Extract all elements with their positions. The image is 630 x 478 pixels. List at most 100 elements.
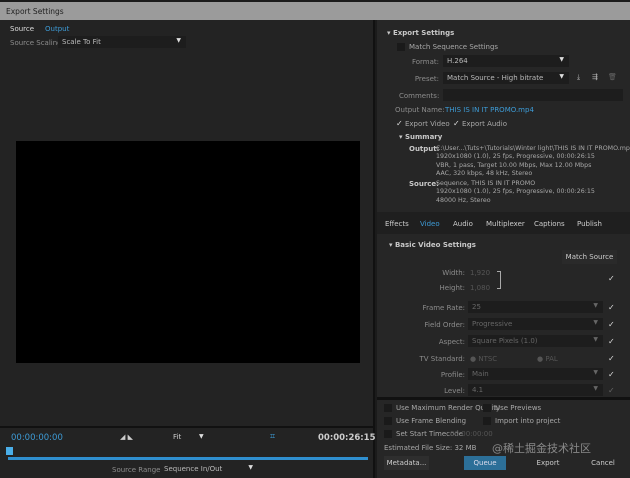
chevron-down-icon: ▼	[593, 336, 598, 343]
summary-line: 1920x1080 (1.0), 25 fps, Progressive, 00…	[436, 153, 630, 161]
pal-label: PAL	[545, 355, 557, 363]
export-video-checkbox[interactable]: ✓ Export Video	[396, 119, 450, 128]
width-label: Width:	[417, 269, 465, 277]
source-summary: Sequence, THIS IS IN IT PROMO1920x1080 (…	[436, 180, 595, 205]
field-order-label: Field Order:	[407, 321, 465, 329]
tab-publish[interactable]: Publish	[577, 220, 602, 228]
timeline-scrubber[interactable]	[8, 457, 368, 460]
match-sequence-checkbox[interactable]: Match Sequence Settings	[397, 43, 498, 51]
tab-captions[interactable]: Captions	[534, 220, 565, 228]
format-dropdown[interactable]: H.264▼	[443, 55, 569, 67]
frame-rate-dropdown[interactable]: 25 ▼	[468, 301, 603, 313]
preset-value: Match Source - High bitrate	[447, 74, 543, 82]
summary-line: VBR, 1 pass, Target 10.00 Mbps, Max 12.0…	[436, 162, 630, 170]
width-value[interactable]: 1,920	[470, 269, 490, 277]
tab-output[interactable]: Output	[45, 25, 69, 33]
video-preview	[16, 141, 360, 363]
chevron-down-icon: ▼	[593, 369, 598, 376]
source-range-value: Sequence In/Out	[164, 465, 222, 473]
output-name-link[interactable]: THIS IS IN IT PROMO.mp4	[445, 106, 534, 114]
output-summary-label: Output:	[409, 145, 439, 153]
field-order-dropdown[interactable]: Progressive ▼	[468, 318, 603, 330]
divider	[377, 397, 630, 400]
export-video-label: Export Video	[405, 120, 450, 128]
source-scaling-label: Source Scaling:	[10, 39, 64, 47]
source-range-label: Source Range:	[112, 466, 163, 474]
field-order-value: Progressive	[472, 320, 512, 328]
summary-line: AAC, 320 kbps, 48 kHz, Stereo	[436, 170, 630, 178]
crop-icon[interactable]: ⌗	[270, 432, 275, 442]
tab-multiplexer[interactable]: Multiplexer	[486, 220, 525, 228]
tv-standard-checkbox[interactable]: ✓	[608, 354, 615, 363]
summary-line: 48000 Hz, Stereo	[436, 197, 595, 205]
zoom-dropdown[interactable]: Fit	[173, 433, 181, 441]
profile-checkbox[interactable]: ✓	[608, 370, 615, 379]
level-checkbox[interactable]: ✓	[608, 386, 615, 395]
set-in-out-icon[interactable]: ◢ ◣	[120, 433, 133, 441]
level-dropdown[interactable]: 4.1▼	[468, 384, 603, 396]
aspect-value: Square Pixels (1.0)	[472, 337, 538, 345]
ntsc-radio[interactable]: ● NTSC	[470, 355, 497, 363]
comments-input[interactable]	[443, 89, 623, 101]
aspect-dropdown[interactable]: Square Pixels (1.0) ▼	[468, 335, 603, 347]
source-panel: Source Output Source Scaling: Scale To F…	[0, 20, 375, 478]
source-range-dropdown[interactable]: Sequence In/Out ▼	[160, 463, 258, 475]
title-bar: Export Settings	[0, 2, 630, 20]
preset-dropdown[interactable]: Match Source - High bitrate▼	[443, 72, 569, 84]
timecode-duration: 00:00:26:15	[318, 433, 376, 443]
use-previews-checkbox[interactable]: Use Previews	[483, 404, 541, 412]
summary-line: Sequence, THIS IS IN IT PROMO	[436, 180, 595, 188]
tab-effects[interactable]: Effects	[385, 220, 409, 228]
start-timecode-value[interactable]: 00:00:00:00	[450, 430, 493, 438]
frame-blending-checkbox[interactable]: Use Frame Blending	[384, 417, 466, 425]
export-settings-header[interactable]: ▾ Export Settings	[387, 29, 454, 37]
ntsc-label: NTSC	[478, 355, 497, 363]
frame-rate-checkbox[interactable]: ✓	[608, 303, 615, 312]
field-order-checkbox[interactable]: ✓	[608, 320, 615, 329]
level-label: Level:	[407, 387, 465, 395]
summary-title: Summary	[405, 133, 442, 141]
settings-panel: ▾ Export Settings Match Sequence Setting…	[377, 20, 630, 478]
width-height-checkbox[interactable]: ✓	[608, 274, 615, 283]
use-previews-label: Use Previews	[495, 404, 541, 412]
metadata-button[interactable]: Metadata...	[384, 456, 429, 470]
save-preset-icon[interactable]: ⤓	[577, 73, 580, 82]
import-preset-icon[interactable]: ⇶	[592, 73, 598, 81]
match-source-button[interactable]: Match Source	[562, 250, 617, 264]
profile-dropdown[interactable]: Main ▼	[468, 368, 603, 380]
profile-value: Main	[472, 370, 489, 378]
queue-button[interactable]: Queue	[464, 456, 506, 470]
chevron-down-icon: ▼	[248, 464, 253, 471]
export-audio-checkbox[interactable]: ✓ Export Audio	[453, 119, 507, 128]
timecode-current[interactable]: 00:00:00:00	[11, 433, 63, 443]
tv-standard-label: TV Standard:	[397, 355, 465, 363]
aspect-checkbox[interactable]: ✓	[608, 337, 615, 346]
match-sequence-label: Match Sequence Settings	[409, 43, 498, 51]
basic-video-header[interactable]: ▾ Basic Video Settings	[389, 241, 476, 249]
frame-rate-label: Frame Rate:	[407, 304, 465, 312]
playhead-handle[interactable]	[6, 447, 13, 455]
chevron-down-icon: ▼	[593, 319, 598, 326]
settings-tabs: Effects Video Audio Multiplexer Captions…	[377, 212, 630, 234]
height-label: Height:	[417, 284, 465, 292]
output-summary: C:\User...\Tuts+\Tutorials\Winter light\…	[436, 145, 630, 178]
basic-video-title: Basic Video Settings	[395, 241, 476, 249]
tab-audio[interactable]: Audio	[453, 220, 473, 228]
summary-header[interactable]: ▾ Summary	[399, 133, 442, 141]
export-settings-title: Export Settings	[393, 29, 454, 37]
estimated-file-size: Estimated File Size: 32 MB	[384, 444, 476, 452]
frame-rate-value: 25	[472, 303, 481, 311]
export-button[interactable]: Export	[527, 456, 569, 470]
source-scaling-dropdown[interactable]: Scale To Fit▼	[58, 36, 186, 48]
chevron-down-icon: ▼	[593, 302, 598, 309]
export-audio-label: Export Audio	[462, 120, 507, 128]
pal-radio[interactable]: ● PAL	[537, 355, 558, 363]
height-value[interactable]: 1,080	[470, 284, 490, 292]
summary-line: 1920x1080 (1.0), 25 fps, Progressive, 00…	[436, 188, 595, 196]
tab-source[interactable]: Source	[10, 25, 34, 33]
delete-preset-icon[interactable]: 🗑	[608, 73, 617, 81]
import-project-label: Import into project	[495, 417, 560, 425]
tab-video[interactable]: Video	[420, 220, 440, 228]
cancel-button[interactable]: Cancel	[582, 456, 624, 470]
import-project-checkbox[interactable]: Import into project	[483, 417, 560, 425]
